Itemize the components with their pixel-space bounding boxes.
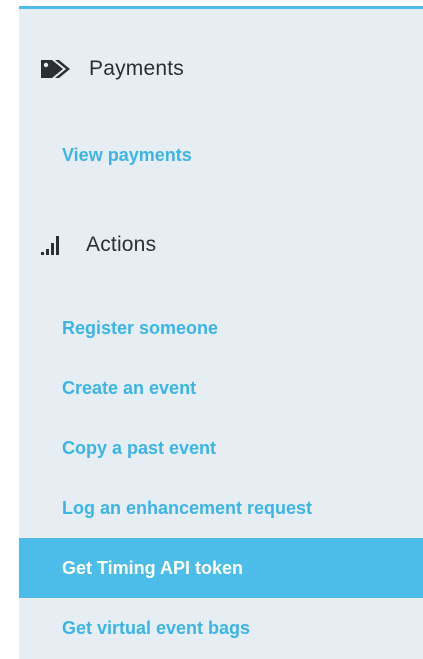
section-header-payments: Payments xyxy=(19,52,423,86)
section-header-actions: Actions xyxy=(19,228,423,262)
sidebar-item-label: View payments xyxy=(62,144,192,165)
sidebar-item-copy-past-event[interactable]: Copy a past event xyxy=(19,418,423,478)
tags-icon xyxy=(38,52,72,86)
sidebar-item-label: Register someone xyxy=(62,317,219,338)
sidebar-item-label: Get virtual event bags xyxy=(62,617,251,638)
sidebar-panel: Payments View payments Actions Register … xyxy=(19,6,423,659)
sidebar-item-label: Log an enhancement request xyxy=(62,497,313,518)
sidebar-item-label: Get Timing API token xyxy=(62,557,244,578)
sidebar-item-get-virtual-event-bags[interactable]: Get virtual event bags xyxy=(19,598,423,658)
sidebar-item-log-enhancement-request[interactable]: Log an enhancement request xyxy=(19,478,423,538)
sidebar-item-label: Copy a past event xyxy=(62,437,217,458)
sidebar-item-get-timing-api-token[interactable]: Get Timing API token xyxy=(19,538,423,598)
sidebar-item-view-payments[interactable]: View payments xyxy=(19,125,423,185)
sidebar-item-create-event[interactable]: Create an event xyxy=(19,358,423,418)
signal-bars-icon xyxy=(38,233,64,257)
sidebar-item-register-someone[interactable]: Register someone xyxy=(19,298,423,358)
section-title-payments: Payments xyxy=(89,57,184,80)
sidebar-item-label: Create an event xyxy=(62,377,197,398)
section-title-actions: Actions xyxy=(86,233,157,256)
